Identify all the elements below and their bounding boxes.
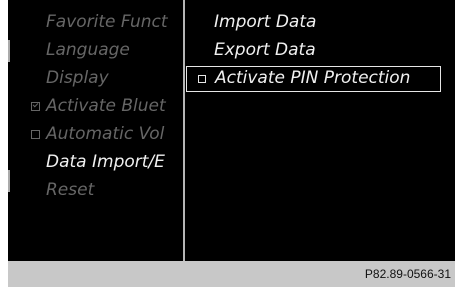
menu-item-display[interactable]: Display: [46, 64, 109, 92]
submenu-item-label: Activate PIN Protection: [215, 68, 411, 88]
checkbox-checked-icon[interactable]: [31, 102, 40, 111]
menu-item-label: Reset: [46, 180, 95, 200]
figure-code: P82.89-0566-31: [364, 267, 451, 281]
menu-item-label: Display: [46, 68, 109, 88]
menu-item-label: Language: [46, 40, 130, 60]
menu-item-label: Automatic Vol: [46, 124, 165, 144]
submenu-item-activate-pin-protection[interactable]: Activate PIN Protection: [186, 66, 441, 92]
figure-footer: P82.89-0566-31: [8, 261, 455, 287]
menu-item-label: Favorite Funct: [46, 12, 168, 32]
submenu-item-import-data[interactable]: Import Data: [214, 8, 316, 36]
display-screen: Favorite Funct Language Display Activate…: [8, 0, 455, 261]
menu-item-activate-bluetooth[interactable]: Activate Bluet: [46, 92, 166, 120]
checkbox-unchecked-icon[interactable]: [31, 130, 40, 139]
scroll-indicator: [8, 170, 10, 192]
submenu-item-export-data[interactable]: Export Data: [214, 36, 316, 64]
settings-menu: Favorite Funct Language Display Activate…: [8, 0, 181, 261]
menu-item-automatic-volume[interactable]: Automatic Vol: [46, 120, 164, 148]
menu-item-reset[interactable]: Reset: [46, 176, 94, 204]
menu-item-language[interactable]: Language: [46, 36, 130, 64]
submenu-item-label: Import Data: [214, 12, 317, 32]
menu-item-label: Data Import/E: [46, 152, 165, 172]
menu-item-label: Activate Bluet: [46, 96, 166, 116]
checkbox-unchecked-icon[interactable]: [198, 75, 206, 83]
submenu-item-label: Export Data: [214, 40, 316, 60]
submenu: Import Data Export Data Activate PIN Pro…: [185, 0, 455, 261]
menu-item-favorite-functions[interactable]: Favorite Funct: [46, 8, 168, 36]
scroll-indicator: [8, 40, 10, 62]
menu-item-data-import-export[interactable]: Data Import/E: [46, 148, 165, 176]
